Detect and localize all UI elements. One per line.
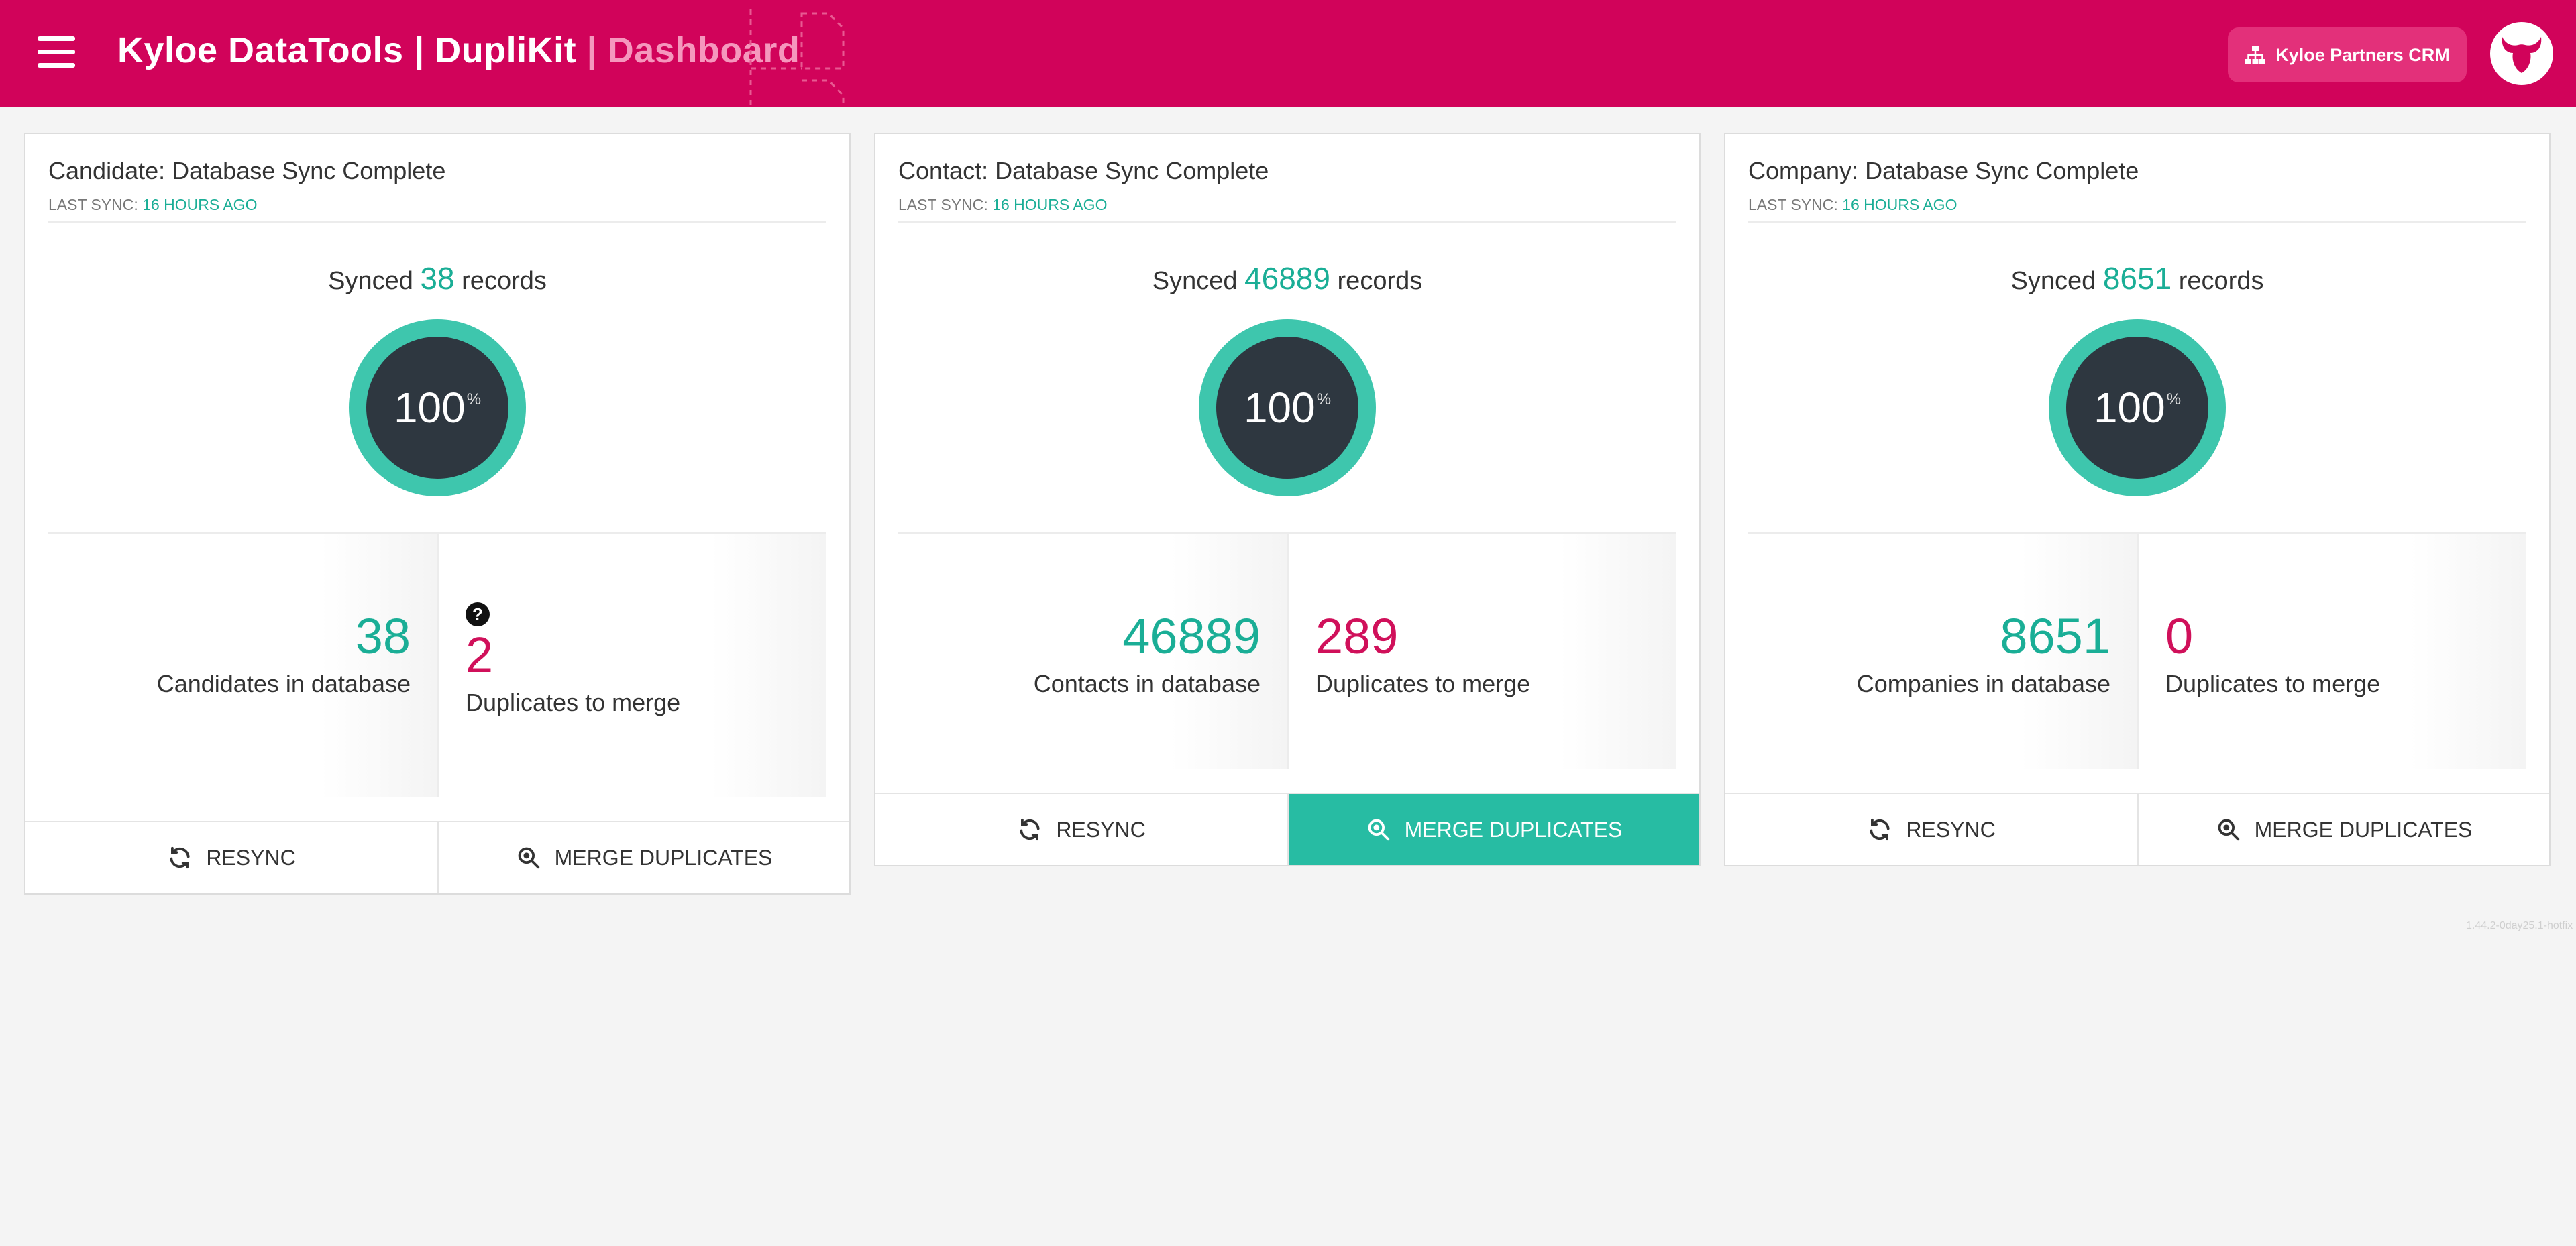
synced-count: 8651 xyxy=(2102,261,2172,296)
app-title: Kyloe DataTools | DupliKit | Dashboard xyxy=(117,30,800,71)
db-label: Companies in database xyxy=(1856,670,2110,697)
dup-count: 0 xyxy=(2165,608,2194,664)
db-label: Candidates in database xyxy=(156,670,411,697)
crm-switch-button[interactable]: Kyloe Partners CRM xyxy=(2228,27,2467,82)
stats-panel: 38 Candidates in database ? 2 Duplicates… xyxy=(48,532,826,797)
card-title: Company: Database Sync Complete xyxy=(1748,157,2139,184)
db-label: Contacts in database xyxy=(1033,670,1260,697)
db-count: 38 xyxy=(355,608,411,664)
dup-label: Duplicates to merge xyxy=(1316,670,1531,697)
dup-label: Duplicates to merge xyxy=(466,689,681,716)
db-count: 8651 xyxy=(2000,608,2110,664)
synced-suffix: records xyxy=(1337,267,1423,295)
help-icon[interactable]: ? xyxy=(466,602,490,626)
stats-panel: 46889 Contacts in database 289 Duplicate… xyxy=(898,532,1676,769)
version-label: 1.44.2-0day25.1-hotfix xyxy=(2466,920,2573,931)
dup-count: 289 xyxy=(1316,608,1399,664)
merge-label: MERGE DUPLICATES xyxy=(554,845,773,870)
zoom-icon xyxy=(2218,819,2239,841)
refresh-icon xyxy=(1020,818,1040,841)
sync-progress-gauge: 100% xyxy=(2049,319,2226,496)
merge-label: MERGE DUPLICATES xyxy=(2254,817,2473,842)
synced-summary: Synced 38 records xyxy=(25,260,849,296)
duplicates-stat: 289 Duplicates to merge xyxy=(1287,534,1676,769)
last-sync: LAST SYNC: 16 HOURS AGO xyxy=(48,196,826,214)
refresh-icon xyxy=(170,846,190,869)
card-title: Contact: Database Sync Complete xyxy=(898,157,1269,184)
progress-percent: 100 xyxy=(393,384,466,432)
merge-label: MERGE DUPLICATES xyxy=(1404,817,1623,842)
duplicates-stat: ? 2 Duplicates to merge xyxy=(437,534,826,797)
last-sync-value: 16 HOURS AGO xyxy=(1842,196,1957,213)
last-sync-label: LAST SYNC: xyxy=(1748,196,1838,213)
last-sync-label: LAST SYNC: xyxy=(898,196,988,213)
percent-sign: % xyxy=(2166,390,2182,408)
refresh-icon xyxy=(1870,818,1890,841)
card-actions: RESYNC MERGE DUPLICATES xyxy=(1725,793,2549,865)
zoom-icon xyxy=(518,847,539,869)
dup-count: 2 xyxy=(466,627,494,683)
card-header: Company: Database Sync Complete LAST SYN… xyxy=(1748,134,2526,223)
resync-button[interactable]: RESYNC xyxy=(1725,794,2137,865)
last-sync-label: LAST SYNC: xyxy=(48,196,138,213)
card-actions: RESYNC MERGE DUPLICATES xyxy=(25,821,849,893)
merge-duplicates-button[interactable]: MERGE DUPLICATES xyxy=(437,822,849,893)
duplicates-stat: 0 Duplicates to merge xyxy=(2137,534,2526,769)
sync-progress-gauge: 100% xyxy=(1199,319,1376,496)
merge-duplicates-button[interactable]: MERGE DUPLICATES xyxy=(1287,794,1699,865)
resync-button[interactable]: RESYNC xyxy=(875,794,1287,865)
app-title-sep: | xyxy=(576,30,608,70)
db-count: 46889 xyxy=(1122,608,1260,664)
db-count-stat: 8651 Companies in database xyxy=(1748,534,2137,769)
synced-suffix: records xyxy=(462,267,547,295)
dup-label: Duplicates to merge xyxy=(2165,670,2381,697)
card-header: Candidate: Database Sync Complete LAST S… xyxy=(48,134,826,223)
resync-label: RESYNC xyxy=(1056,817,1146,842)
document-decoration-icon xyxy=(749,9,845,107)
candidate-sync-card: Candidate: Database Sync Complete LAST S… xyxy=(24,133,851,895)
percent-sign: % xyxy=(1316,390,1332,408)
card-title: Candidate: Database Sync Complete xyxy=(48,157,446,184)
progress-percent: 100 xyxy=(1243,384,1316,432)
zoom-icon xyxy=(1368,819,1389,841)
crm-button-label: Kyloe Partners CRM xyxy=(2275,44,2450,65)
bull-head-icon xyxy=(2502,37,2542,73)
menu-icon[interactable] xyxy=(38,36,75,68)
last-sync: LAST SYNC: 16 HOURS AGO xyxy=(1748,196,2526,214)
card-actions: RESYNC MERGE DUPLICATES xyxy=(875,793,1699,865)
card-header: Contact: Database Sync Complete LAST SYN… xyxy=(898,134,1676,223)
company-sync-card: Company: Database Sync Complete LAST SYN… xyxy=(1724,133,2551,866)
merge-duplicates-button[interactable]: MERGE DUPLICATES xyxy=(2137,794,2549,865)
synced-suffix: records xyxy=(2178,267,2264,295)
synced-prefix: Synced xyxy=(1152,267,1238,295)
last-sync: LAST SYNC: 16 HOURS AGO xyxy=(898,196,1676,214)
db-count-stat: 46889 Contacts in database xyxy=(898,534,1287,769)
resync-label: RESYNC xyxy=(1906,817,1996,842)
percent-sign: % xyxy=(466,390,482,408)
sitemap-icon xyxy=(2245,46,2266,64)
progress-percent: 100 xyxy=(2093,384,2165,432)
resync-label: RESYNC xyxy=(206,845,296,870)
top-bar: Kyloe DataTools | DupliKit | Dashboard K… xyxy=(0,0,2576,107)
contact-sync-card: Contact: Database Sync Complete LAST SYN… xyxy=(874,133,1701,866)
synced-prefix: Synced xyxy=(328,267,413,295)
last-sync-value: 16 HOURS AGO xyxy=(142,196,258,213)
last-sync-value: 16 HOURS AGO xyxy=(992,196,1108,213)
app-title-main: Kyloe DataTools | DupliKit xyxy=(117,30,577,70)
synced-prefix: Synced xyxy=(2010,267,2096,295)
stats-panel: 8651 Companies in database 0 Duplicates … xyxy=(1748,532,2526,769)
db-count-stat: 38 Candidates in database xyxy=(48,534,437,797)
synced-count: 46889 xyxy=(1244,261,1330,296)
resync-button[interactable]: RESYNC xyxy=(25,822,437,893)
bull-logo-icon[interactable] xyxy=(2490,22,2553,85)
synced-summary: Synced 8651 records xyxy=(1725,260,2549,296)
sync-progress-gauge: 100% xyxy=(349,319,526,496)
synced-summary: Synced 46889 records xyxy=(875,260,1699,296)
synced-count: 38 xyxy=(420,261,455,296)
